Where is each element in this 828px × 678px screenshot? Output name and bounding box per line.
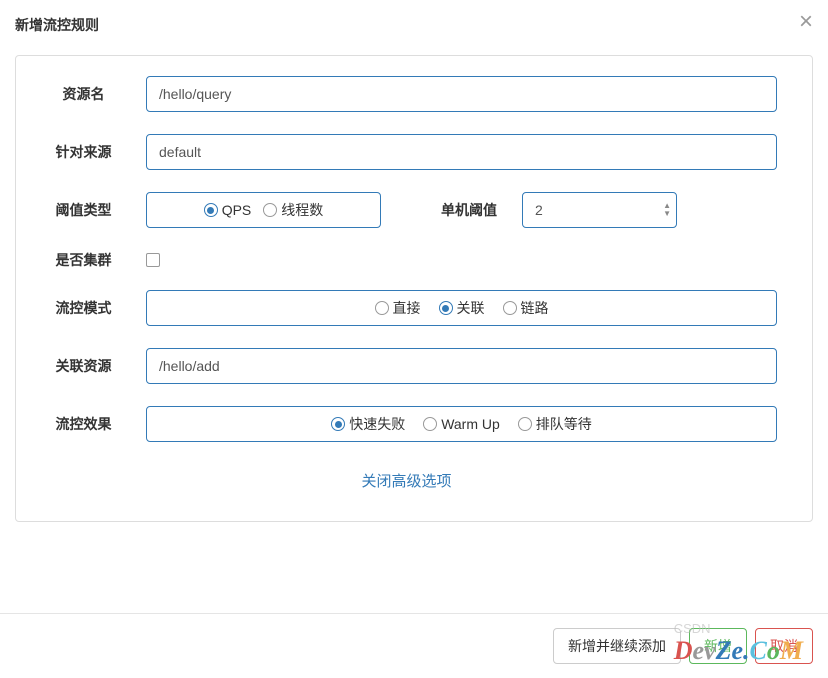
- radio-icon: [331, 417, 345, 431]
- radio-label: QPS: [222, 202, 252, 218]
- checkbox-cluster[interactable]: [146, 253, 160, 267]
- row-flow-effect: 流控效果 快速失败 Warm Up 排队等待: [36, 406, 777, 442]
- radio-label: 排队等待: [536, 414, 592, 434]
- advanced-toggle-link[interactable]: 关闭高级选项: [361, 473, 451, 490]
- form-panel: 资源名 针对来源 阈值类型 QPS 线程数 单机阈值: [15, 55, 813, 522]
- input-related-resource[interactable]: [146, 348, 777, 384]
- label-flow-effect: 流控效果: [36, 414, 146, 434]
- advanced-toggle-wrap: 关闭高级选项: [36, 470, 777, 491]
- radio-queue[interactable]: 排队等待: [518, 414, 592, 434]
- radio-icon: [423, 417, 437, 431]
- input-threshold-value[interactable]: [522, 192, 677, 228]
- radio-label: 链路: [521, 298, 549, 318]
- modal-header: 新增流控规则 ×: [0, 0, 828, 45]
- radio-chain[interactable]: 链路: [503, 298, 549, 318]
- cancel-button[interactable]: 取消: [755, 628, 813, 664]
- radio-qps[interactable]: QPS: [204, 202, 252, 218]
- label-flow-mode: 流控模式: [36, 298, 146, 318]
- radio-thread[interactable]: 线程数: [263, 200, 323, 220]
- threshold-input-wrap: ▲ ▼: [522, 192, 677, 228]
- radio-icon: [439, 301, 453, 315]
- radio-icon: [518, 417, 532, 431]
- spinner-icons[interactable]: ▲ ▼: [663, 202, 671, 218]
- input-resource-name[interactable]: [146, 76, 777, 112]
- label-related-resource: 关联资源: [36, 356, 146, 376]
- label-threshold-value: 单机阈值: [441, 200, 497, 220]
- radio-direct[interactable]: 直接: [375, 298, 421, 318]
- radio-label: 快速失败: [349, 414, 405, 434]
- radio-icon: [503, 301, 517, 315]
- radio-label: 关联: [457, 298, 485, 318]
- modal-body: 资源名 针对来源 阈值类型 QPS 线程数 单机阈值: [0, 45, 828, 537]
- row-flow-mode: 流控模式 直接 关联 链路: [36, 290, 777, 326]
- input-limit-app[interactable]: [146, 134, 777, 170]
- label-resource-name: 资源名: [36, 84, 146, 104]
- confirm-button[interactable]: 新增: [689, 628, 747, 664]
- radio-warmup[interactable]: Warm Up: [423, 416, 500, 432]
- row-related-resource: 关联资源: [36, 348, 777, 384]
- row-limit-app: 针对来源: [36, 134, 777, 170]
- radio-icon: [375, 301, 389, 315]
- close-icon[interactable]: ×: [799, 10, 813, 34]
- radio-group-flow-mode: 直接 关联 链路: [146, 290, 777, 326]
- radio-label: Warm Up: [441, 416, 500, 432]
- label-limit-app: 针对来源: [36, 142, 146, 162]
- label-cluster: 是否集群: [36, 250, 146, 270]
- radio-label: 直接: [393, 298, 421, 318]
- modal-footer: 新增并继续添加 新增 取消: [0, 613, 828, 678]
- chevron-down-icon[interactable]: ▼: [663, 210, 671, 218]
- radio-failfast[interactable]: 快速失败: [331, 414, 405, 434]
- label-threshold-type: 阈值类型: [36, 200, 146, 220]
- radio-group-threshold-type: QPS 线程数: [146, 192, 381, 228]
- row-threshold-type: 阈值类型 QPS 线程数 单机阈值 ▲ ▼: [36, 192, 777, 228]
- add-continue-button[interactable]: 新增并继续添加: [553, 628, 681, 664]
- radio-icon: [204, 203, 218, 217]
- radio-icon: [263, 203, 277, 217]
- row-resource-name: 资源名: [36, 76, 777, 112]
- radio-relate[interactable]: 关联: [439, 298, 485, 318]
- radio-label: 线程数: [281, 200, 323, 220]
- modal-title: 新增流控规则: [15, 17, 99, 33]
- radio-group-flow-effect: 快速失败 Warm Up 排队等待: [146, 406, 777, 442]
- row-cluster: 是否集群: [36, 250, 777, 270]
